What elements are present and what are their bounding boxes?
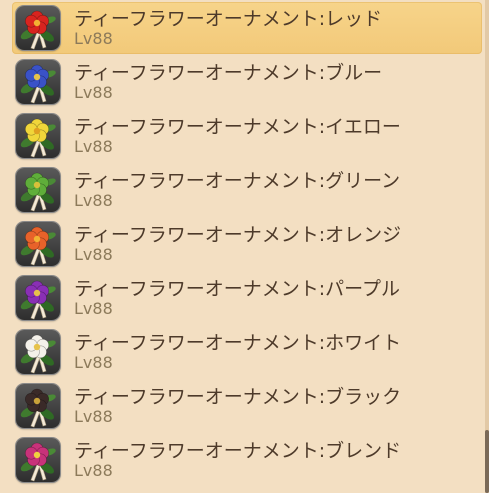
flower-ornament-icon (16, 330, 60, 374)
item-name: ティーフラワーオーナメント:レッド (74, 8, 383, 30)
item-list: ティーフラワーオーナメント:レッド Lv88 ティーフラワーオーナメント:ブルー… (0, 0, 485, 493)
item-level: Lv88 (74, 461, 113, 480)
flower-ornament-icon (16, 168, 60, 212)
list-item[interactable]: ティーフラワーオーナメント:グリーン Lv88 (12, 164, 482, 216)
flower-ornament-icon (16, 438, 60, 482)
flower-ornament-icon (16, 6, 60, 50)
item-name: ティーフラワーオーナメント:イエロー (74, 116, 401, 138)
item-name: ティーフラワーオーナメント:ブレンド (74, 440, 402, 462)
list-item[interactable]: ティーフラワーオーナメント:イエロー Lv88 (12, 110, 482, 162)
item-level: Lv88 (74, 83, 113, 102)
item-level: Lv88 (74, 407, 113, 426)
item-name: ティーフラワーオーナメント:パープル (74, 278, 400, 300)
item-name: ティーフラワーオーナメント:ブラック (74, 386, 402, 408)
list-item[interactable]: ティーフラワーオーナメント:オレンジ Lv88 (12, 218, 482, 270)
flower-ornament-icon (16, 60, 60, 104)
list-item[interactable]: ティーフラワーオーナメント:パープル Lv88 (12, 272, 482, 324)
item-level: Lv88 (74, 137, 113, 156)
item-name: ティーフラワーオーナメント:オレンジ (74, 224, 402, 246)
item-name: ティーフラワーオーナメント:ブルー (74, 62, 383, 84)
item-level: Lv88 (74, 245, 113, 264)
item-name: ティーフラワーオーナメント:グリーン (74, 170, 401, 192)
list-item[interactable]: ティーフラワーオーナメント:ホワイト Lv88 (12, 326, 482, 378)
flower-ornament-icon (16, 114, 60, 158)
list-item[interactable]: ティーフラワーオーナメント:ブルー Lv88 (12, 56, 482, 108)
flower-ornament-icon (16, 384, 60, 428)
list-item[interactable]: ティーフラワーオーナメント:ブレンド Lv88 (12, 434, 482, 486)
list-item[interactable]: ティーフラワーオーナメント:レッド Lv88 (12, 2, 482, 54)
flower-ornament-icon (16, 222, 60, 266)
item-name: ティーフラワーオーナメント:ホワイト (74, 332, 402, 354)
scrollbar-thumb[interactable] (485, 430, 489, 493)
item-level: Lv88 (74, 29, 113, 48)
item-level: Lv88 (74, 191, 113, 210)
scrollbar[interactable] (485, 0, 489, 493)
item-level: Lv88 (74, 299, 113, 318)
list-item[interactable]: ティーフラワーオーナメント:ブラック Lv88 (12, 380, 482, 432)
flower-ornament-icon (16, 276, 60, 320)
item-level: Lv88 (74, 353, 113, 372)
